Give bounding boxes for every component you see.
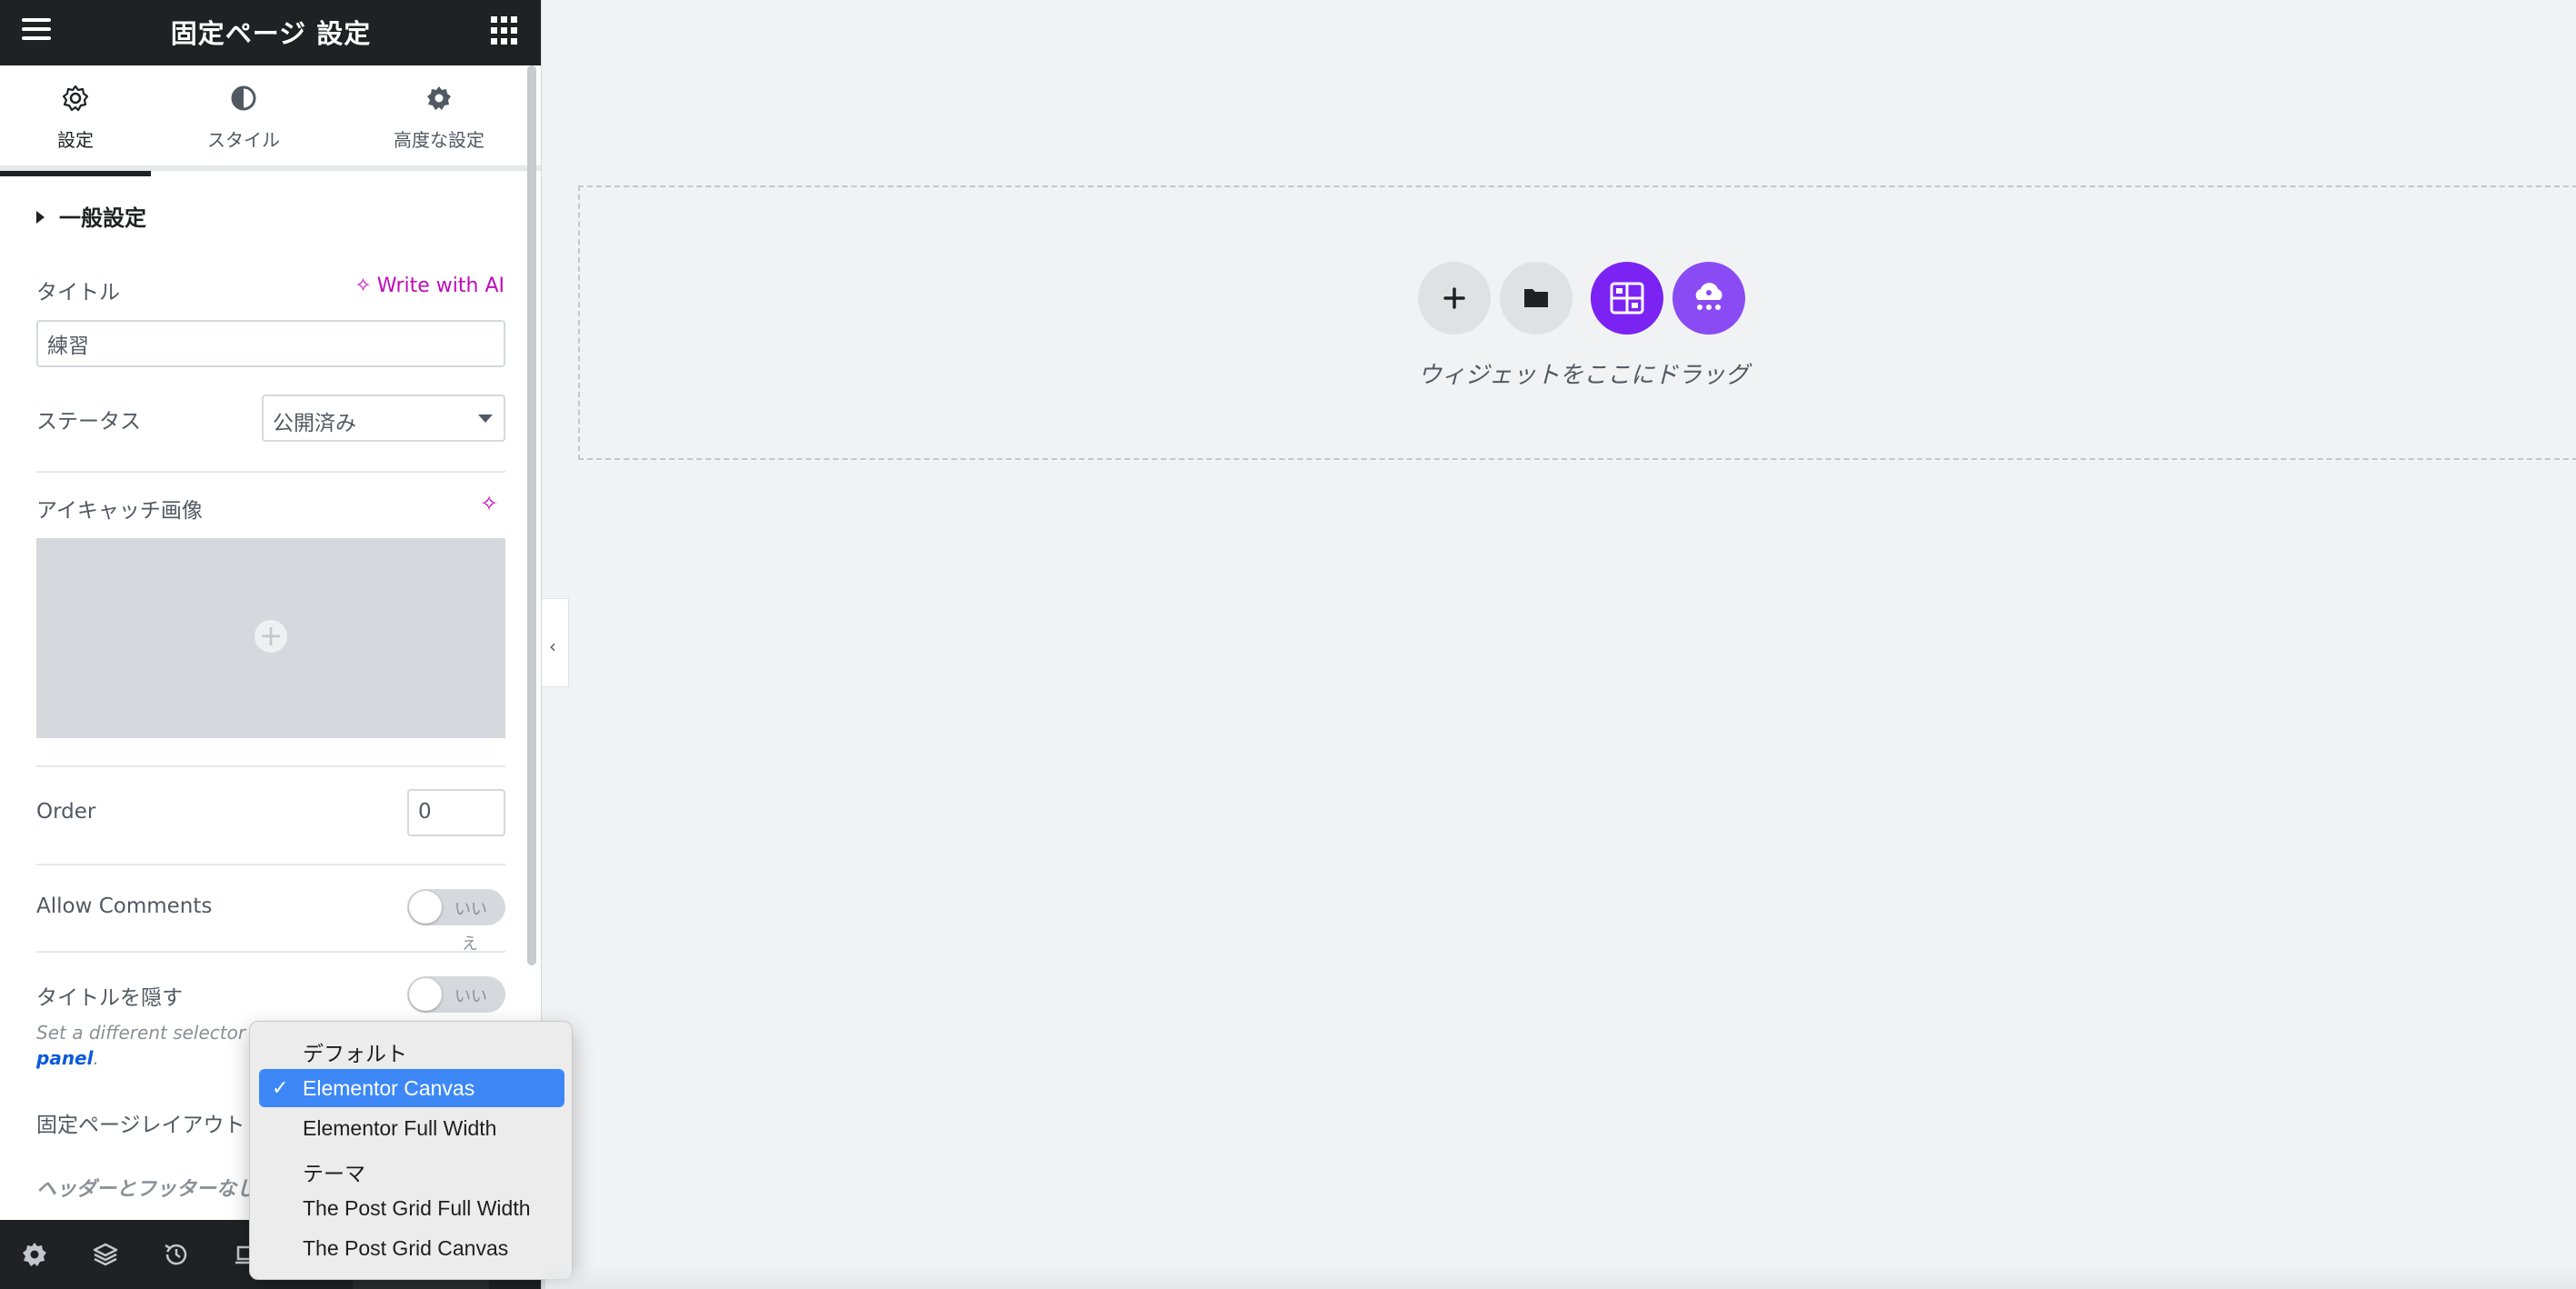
help-period: . bbox=[93, 1047, 99, 1069]
tab-label: 高度な設定 bbox=[394, 129, 484, 151]
toggle-knob bbox=[409, 891, 442, 924]
plus-circle-icon: + bbox=[255, 620, 287, 653]
toggle-text: いい bbox=[454, 900, 487, 919]
divider bbox=[36, 864, 505, 865]
history-icon[interactable] bbox=[162, 1240, 191, 1269]
caret-down-icon bbox=[478, 415, 493, 423]
tab-style[interactable]: スタイル bbox=[169, 65, 318, 171]
page-layout-dropdown: デフォルト ✓ Elementor Canvas Elementor Full … bbox=[249, 1021, 573, 1280]
add-section-button[interactable] bbox=[1418, 262, 1491, 335]
layout-option-elementor-full-width[interactable]: Elementor Full Width bbox=[259, 1109, 564, 1147]
option-label: テーマ bbox=[303, 1162, 365, 1185]
option-label: Elementor Canvas bbox=[303, 1076, 475, 1100]
section-title: 一般設定 bbox=[59, 205, 146, 231]
option-label: Elementor Full Width bbox=[303, 1116, 497, 1140]
add-template-button[interactable] bbox=[1500, 262, 1573, 335]
panel-header: 固定ページ 設定 bbox=[0, 0, 541, 65]
plus-icon bbox=[1443, 287, 1465, 309]
kit-library-button[interactable] bbox=[1591, 262, 1663, 335]
status-select[interactable]: 公開済み bbox=[262, 395, 505, 442]
tab-label: 設定 bbox=[57, 129, 94, 151]
option-label: The Post Grid Canvas bbox=[303, 1236, 509, 1260]
gear-icon bbox=[427, 86, 451, 110]
help-panel-link[interactable]: panel bbox=[36, 1047, 93, 1069]
layout-hint: ヘッダーとフッターなし bbox=[36, 1178, 257, 1201]
panel-collapse-button[interactable]: ‹ bbox=[542, 598, 569, 687]
drop-hint: ウィジェットをここにドラッグ bbox=[1418, 362, 1750, 389]
half-circle-icon bbox=[231, 85, 256, 111]
layout-option-post-grid-canvas[interactable]: The Post Grid Canvas bbox=[259, 1229, 564, 1267]
layout-option-default[interactable]: デフォルト bbox=[259, 1029, 564, 1067]
toggle-knob bbox=[409, 978, 442, 1011]
tab-label: スタイル bbox=[207, 129, 280, 151]
cloud-robot-icon bbox=[1695, 283, 1722, 310]
checkmark-icon: ✓ bbox=[272, 1076, 289, 1099]
chevron-left-icon: ‹ bbox=[549, 635, 556, 657]
panel-tabs: 設定 スタイル 高度な設定 bbox=[0, 65, 541, 176]
write-with-ai-label: Write with AI bbox=[376, 275, 504, 297]
apps-button[interactable] bbox=[491, 16, 520, 45]
layout-option-post-grid-full-width[interactable]: The Post Grid Full Width bbox=[259, 1189, 564, 1227]
layout-option-elementor-canvas[interactable]: ✓ Elementor Canvas bbox=[259, 1069, 564, 1107]
tab-settings[interactable]: 設定 bbox=[0, 65, 151, 176]
status-label: ステータス bbox=[36, 410, 141, 434]
ai-builder-button[interactable] bbox=[1672, 262, 1745, 335]
title-label: タイトル bbox=[36, 281, 120, 305]
order-input[interactable]: 0 bbox=[407, 789, 505, 836]
help-text-body: Set a different selector f bbox=[36, 1022, 258, 1044]
page-layout-label: 固定ページレイアウト bbox=[36, 1114, 245, 1137]
caret-right-icon bbox=[36, 211, 45, 224]
gear-icon[interactable] bbox=[20, 1240, 49, 1269]
status-value: 公開済み bbox=[273, 412, 356, 435]
layout-icon bbox=[1610, 282, 1644, 315]
toggle-text: いい bbox=[454, 987, 487, 1006]
allow-comments-label: Allow Comments bbox=[36, 894, 213, 918]
hide-title-toggle[interactable]: いい bbox=[407, 976, 505, 1013]
title-input[interactable] bbox=[36, 320, 505, 367]
folder-icon bbox=[1524, 289, 1548, 307]
sparkle-icon[interactable]: ✧ bbox=[480, 491, 498, 516]
order-label: Order bbox=[36, 800, 96, 824]
panel-scrollbar[interactable] bbox=[527, 65, 536, 965]
option-label: デフォルト bbox=[303, 1042, 407, 1065]
divider bbox=[36, 951, 505, 953]
layers-icon[interactable] bbox=[91, 1240, 120, 1269]
divider bbox=[36, 765, 505, 767]
tab-advanced[interactable]: 高度な設定 bbox=[364, 65, 514, 171]
sparkle-icon: ✧ bbox=[354, 275, 372, 297]
panel-title: 固定ページ 設定 bbox=[170, 18, 372, 49]
divider bbox=[36, 471, 505, 473]
featured-image-label: アイキャッチ画像 bbox=[36, 499, 203, 523]
write-with-ai-link[interactable]: ✧ Write with AI bbox=[354, 275, 504, 297]
layout-option-theme[interactable]: テーマ bbox=[259, 1149, 564, 1187]
canvas-bottom-shadow bbox=[545, 1265, 2576, 1289]
gear-outline-icon bbox=[62, 85, 89, 112]
widget-drop-area[interactable]: ウィジェットをここにドラッグ bbox=[578, 185, 2576, 460]
allow-comments-toggle[interactable]: いい bbox=[407, 889, 505, 925]
grid-icon bbox=[491, 16, 497, 23]
hide-title-label: タイトルを隠す bbox=[36, 986, 183, 1010]
featured-image-picker[interactable]: + bbox=[36, 538, 505, 738]
option-label: The Post Grid Full Width bbox=[303, 1196, 531, 1220]
section-toggle-general[interactable]: 一般設定 bbox=[36, 200, 146, 232]
